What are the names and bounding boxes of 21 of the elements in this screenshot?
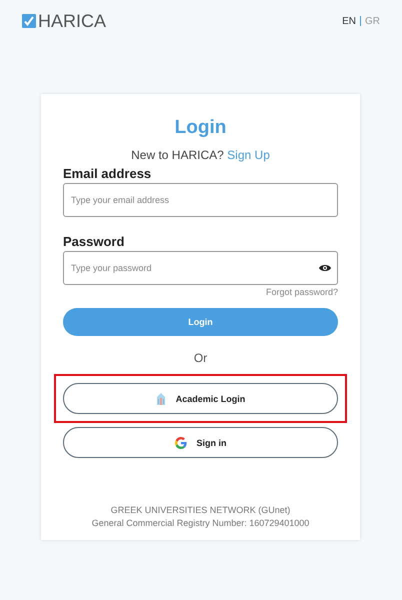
footer-text: GREEK UNIVERSITIES NETWORK (GUnet) (110, 504, 292, 517)
language-link[interactable]: GR (365, 16, 380, 26)
language-link[interactable]: EN (342, 16, 356, 26)
google-icon (174, 436, 186, 448)
footer-text: General Commercial Registry Number: 160729401000 (90, 517, 310, 530)
signup-link[interactable]: Sign Up (227, 148, 270, 162)
forgot-password-link[interactable]: Forgot password? (266, 287, 338, 297)
eye-icon[interactable] (319, 264, 331, 272)
logo-text: HARICA (38, 10, 106, 32)
email-field[interactable]: Type your email address (63, 183, 338, 217)
field-label: Password (63, 234, 126, 249)
google-login-button[interactable]: Sign in (63, 427, 338, 458)
password-field[interactable]: Type your password (63, 251, 338, 285)
login-button[interactable]: Login (63, 308, 338, 336)
academic-login-button[interactable]: Academic Login (63, 383, 338, 414)
building-icon (156, 392, 166, 404)
checkbox-logo-icon (22, 14, 36, 28)
signup-prompt: New to HARICA? (131, 148, 224, 162)
or-separator: Or (192, 351, 208, 365)
field-label: Email address (63, 166, 152, 181)
login-title: Login (174, 117, 228, 139)
